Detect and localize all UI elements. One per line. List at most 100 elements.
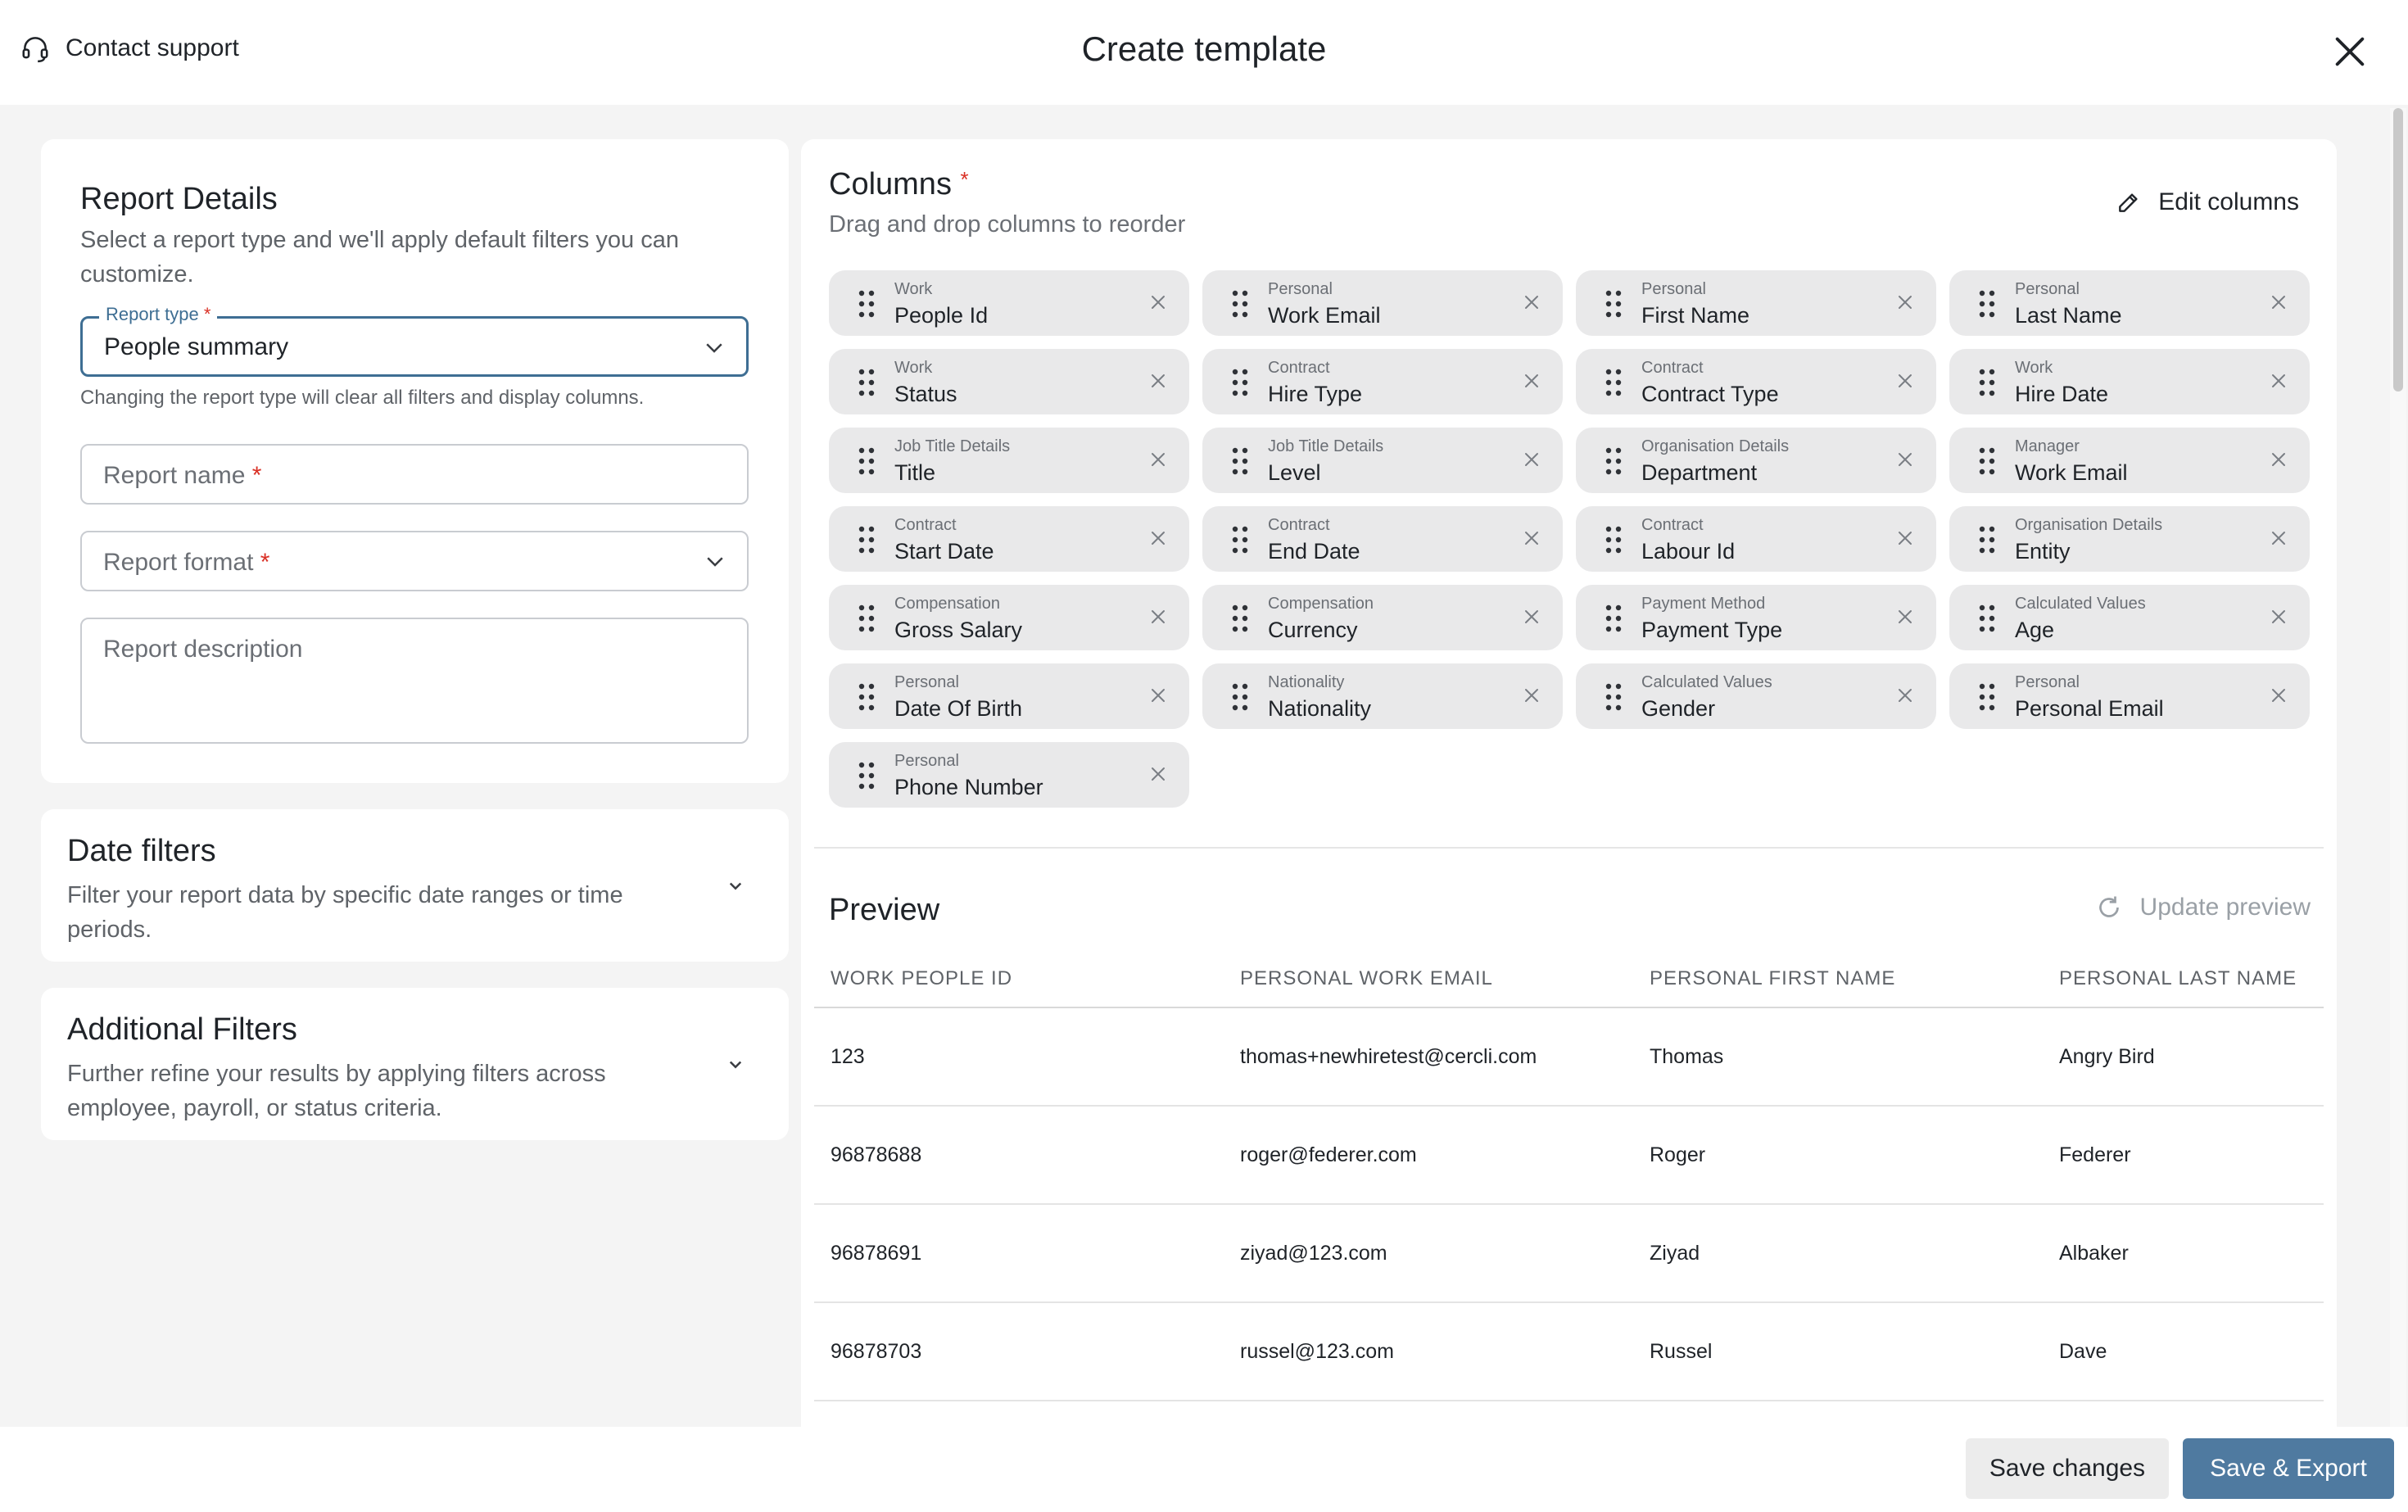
column-chip[interactable]: Personal Phone Number [829,742,1189,808]
column-chip[interactable]: Job Title Details Title [829,428,1189,493]
column-chip[interactable]: Work Hire Date [1949,349,2310,414]
column-chip[interactable]: Manager Work Email [1949,428,2310,493]
drag-handle-icon[interactable] [858,604,875,632]
remove-icon[interactable] [1895,371,1915,391]
remove-icon[interactable] [2269,371,2288,391]
scrollbar-thumb[interactable] [2393,108,2403,392]
column-chip[interactable]: Compensation Gross Salary [829,585,1189,650]
column-chip[interactable]: Organisation Details Department [1576,428,1936,493]
remove-icon[interactable] [1148,450,1168,469]
drag-handle-icon[interactable] [1605,447,1622,475]
remove-icon[interactable] [1895,292,1915,312]
column-chip[interactable]: Work Status [829,349,1189,414]
drag-handle-icon[interactable] [1605,604,1622,632]
drag-handle-icon[interactable] [1605,369,1622,396]
column-chip[interactable]: Contract Contract Type [1576,349,1936,414]
drag-handle-icon[interactable] [858,290,875,318]
column-chip[interactable]: Work People Id [829,270,1189,336]
remove-icon[interactable] [1895,607,1915,627]
chevron-down-icon[interactable] [723,1052,748,1076]
column-chip[interactable]: Contract End Date [1202,506,1563,572]
column-chip[interactable]: Personal First Name [1576,270,1936,336]
remove-icon[interactable] [1522,450,1541,469]
column-chip[interactable]: Calculated Values Gender [1576,663,1936,729]
remove-icon[interactable] [1148,686,1168,705]
column-chip[interactable]: Compensation Currency [1202,585,1563,650]
remove-icon[interactable] [1522,607,1541,627]
refresh-icon [2098,896,2119,917]
save-export-button[interactable]: Save & Export [2183,1438,2394,1499]
remove-icon[interactable] [1522,528,1541,548]
drag-handle-icon[interactable] [1605,526,1622,554]
remove-icon[interactable] [1148,371,1168,391]
remove-icon[interactable] [2269,528,2288,548]
column-header: WORK PEOPLE ID [814,950,1224,1008]
drag-handle-icon[interactable] [1979,604,1995,632]
drag-handle-icon[interactable] [1232,526,1248,554]
column-chip[interactable]: Payment Method Payment Type [1576,585,1936,650]
remove-icon[interactable] [1148,528,1168,548]
drag-handle-icon[interactable] [1979,447,1995,475]
column-category: Personal [894,752,959,770]
remove-icon[interactable] [1522,686,1541,705]
drag-handle-icon[interactable] [858,369,875,396]
remove-icon[interactable] [1895,686,1915,705]
scrollbar[interactable] [2390,108,2406,1427]
column-chip[interactable]: Personal Personal Email [1949,663,2310,729]
drag-handle-icon[interactable] [1979,683,1995,711]
drag-handle-icon[interactable] [1232,683,1248,711]
chevron-down-icon[interactable] [723,873,748,898]
drag-handle-icon[interactable] [858,526,875,554]
remove-icon[interactable] [1895,450,1915,469]
remove-icon[interactable] [1522,292,1541,312]
column-category: Compensation [894,595,1000,613]
report-format-select[interactable]: Report format * [80,531,749,591]
remove-icon[interactable] [2269,450,2288,469]
report-details-title: Report Details [80,182,278,216]
column-chip[interactable]: Personal Date Of Birth [829,663,1189,729]
drag-handle-icon[interactable] [1605,290,1622,318]
column-name: Title [894,460,936,485]
column-chip[interactable]: Organisation Details Entity [1949,506,2310,572]
drag-handle-icon[interactable] [1232,604,1248,632]
drag-handle-icon[interactable] [858,762,875,790]
remove-icon[interactable] [2269,292,2288,312]
report-name-input[interactable]: Report name * [80,444,749,505]
remove-icon[interactable] [1522,371,1541,391]
column-chip[interactable]: Calculated Values Age [1949,585,2310,650]
update-preview-button[interactable]: Update preview [2094,893,2311,922]
drag-handle-icon[interactable] [1605,683,1622,711]
close-icon[interactable] [2331,33,2369,70]
remove-icon[interactable] [2269,607,2288,627]
column-chip[interactable]: Nationality Nationality [1202,663,1563,729]
report-description-textarea[interactable]: Report description [80,618,749,744]
column-chip[interactable]: Personal Last Name [1949,270,2310,336]
drag-handle-icon[interactable] [1232,447,1248,475]
drag-handle-icon[interactable] [1232,369,1248,396]
remove-icon[interactable] [1148,764,1168,784]
column-chip[interactable]: Contract Start Date [829,506,1189,572]
column-category: Compensation [1268,595,1374,613]
column-chip[interactable]: Contract Labour Id [1576,506,1936,572]
drag-handle-icon[interactable] [1979,369,1995,396]
column-category: Contract [1641,359,1704,377]
edit-columns-button[interactable]: Edit columns [2116,188,2299,216]
remove-icon[interactable] [1148,292,1168,312]
drag-handle-icon[interactable] [1979,290,1995,318]
remove-icon[interactable] [2269,686,2288,705]
drag-handle-icon[interactable] [1979,526,1995,554]
remove-icon[interactable] [1148,607,1168,627]
column-name: Start Date [894,539,994,564]
drag-handle-icon[interactable] [858,447,875,475]
column-chip[interactable]: Job Title Details Level [1202,428,1563,493]
remove-icon[interactable] [1895,528,1915,548]
column-chip[interactable]: Contract Hire Type [1202,349,1563,414]
date-filters-section[interactable]: Date filters Filter your report data by … [41,809,789,962]
additional-filters-section[interactable]: Additional Filters Further refine your r… [41,988,789,1140]
column-chip[interactable]: Personal Work Email [1202,270,1563,336]
save-changes-button[interactable]: Save changes [1966,1438,2169,1499]
report-type-select[interactable]: Report type * People summary [80,304,749,377]
drag-handle-icon[interactable] [1232,290,1248,318]
drag-handle-icon[interactable] [858,683,875,711]
columns-title: Columns * [829,167,969,201]
